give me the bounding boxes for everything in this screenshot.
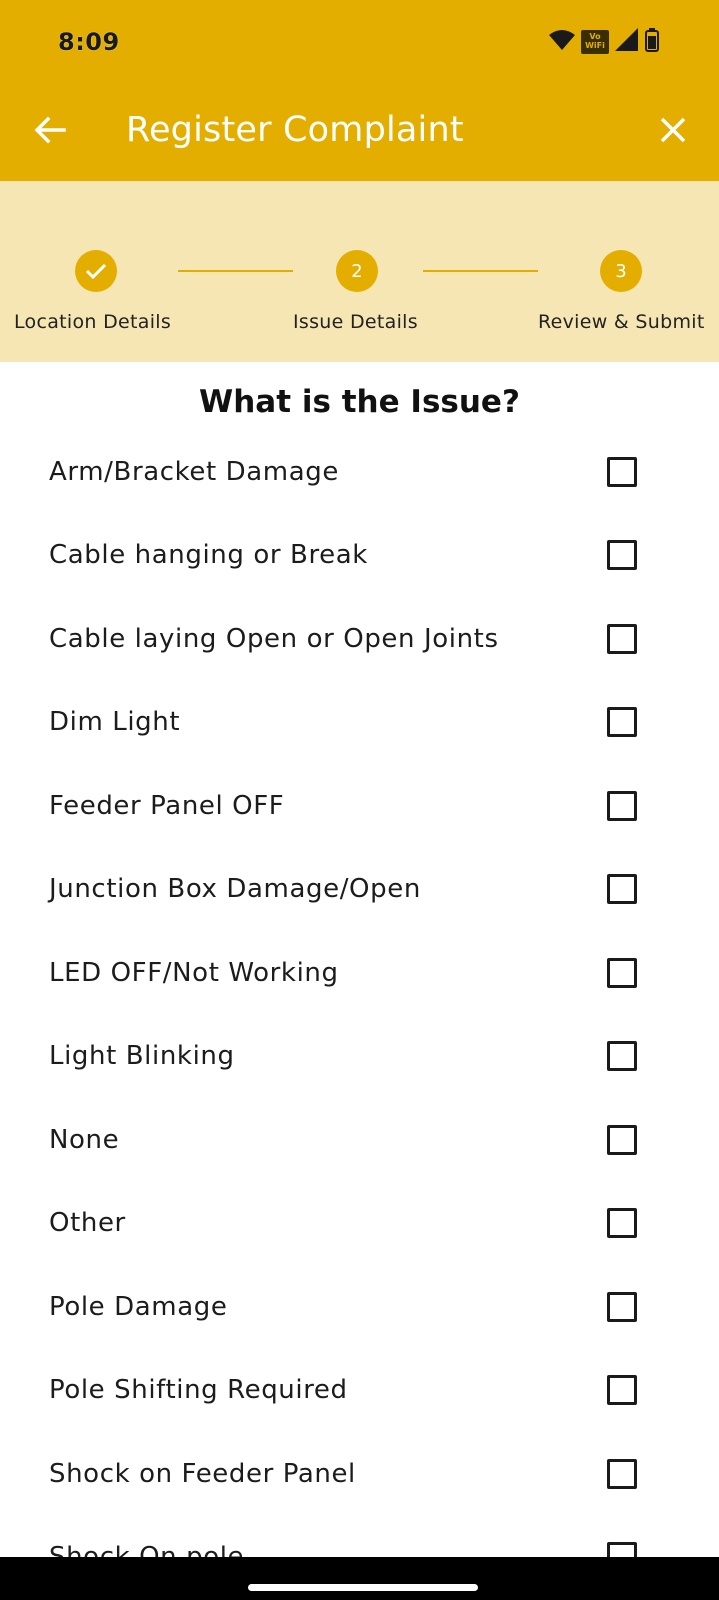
issue-label: Pole Shifting Required xyxy=(49,1375,348,1406)
close-button[interactable] xyxy=(651,108,695,152)
page-title: Register Complaint xyxy=(126,110,464,150)
issue-label: Cable laying Open or Open Joints xyxy=(49,623,499,654)
list-item[interactable]: Cable laying Open or Open Joints xyxy=(0,597,719,681)
status-time: 8:09 xyxy=(58,28,120,56)
back-button[interactable] xyxy=(28,108,72,152)
wifi-icon xyxy=(549,29,575,56)
issue-label: Pole Damage xyxy=(49,1291,228,1322)
register-complaint-screen: 8:09 Vo WiFi Register Complaint 2 3 Loca… xyxy=(0,0,719,1600)
system-nav-bar xyxy=(0,1557,719,1600)
step-2-circle: 2 xyxy=(336,250,378,292)
list-item[interactable]: Light Blinking xyxy=(0,1015,719,1099)
list-item[interactable]: Other xyxy=(0,1182,719,1266)
status-bar: 8:09 Vo WiFi xyxy=(0,0,719,82)
issue-checkbox[interactable] xyxy=(607,540,637,571)
check-icon xyxy=(85,263,107,280)
issue-checkbox[interactable] xyxy=(607,957,637,988)
list-item[interactable]: Pole Damage xyxy=(0,1265,719,1349)
issue-label: Shock on Feeder Panel xyxy=(49,1458,356,1489)
vowifi-icon: Vo WiFi xyxy=(581,30,609,54)
issue-checkbox[interactable] xyxy=(607,1458,637,1489)
list-item[interactable]: Feeder Panel OFF xyxy=(0,764,719,848)
issue-label: Dim Light xyxy=(49,707,181,738)
arrow-left-icon xyxy=(34,116,66,144)
step-connector-1 xyxy=(178,270,293,272)
step-1-label: Location Details xyxy=(14,311,172,333)
issue-label: Feeder Panel OFF xyxy=(49,790,285,821)
step-connector-2 xyxy=(423,270,538,272)
list-item[interactable]: LED OFF/Not Working xyxy=(0,931,719,1015)
step-2-label: Issue Details xyxy=(293,311,418,333)
issue-label: None xyxy=(49,1124,120,1155)
list-item[interactable]: Shock on Feeder Panel xyxy=(0,1432,719,1516)
app-bar: Register Complaint xyxy=(0,82,719,181)
list-item[interactable]: Junction Box Damage/Open xyxy=(0,848,719,932)
list-item[interactable]: None xyxy=(0,1098,719,1182)
home-gesture-handle[interactable] xyxy=(248,1584,478,1591)
issue-label: Other xyxy=(49,1208,126,1239)
list-item[interactable]: Dim Light xyxy=(0,681,719,765)
list-item[interactable]: Arm/Bracket Damage xyxy=(0,430,719,514)
issue-checkbox[interactable] xyxy=(607,874,637,905)
step-3-circle: 3 xyxy=(600,250,642,292)
signal-icon xyxy=(615,27,639,57)
issue-checkbox[interactable] xyxy=(607,1041,637,1072)
issue-checklist: Arm/Bracket Damage Cable hanging or Brea… xyxy=(0,430,719,1599)
issue-label: Cable hanging or Break xyxy=(49,540,368,571)
status-icons: Vo WiFi xyxy=(549,27,659,57)
issue-checkbox[interactable] xyxy=(607,1291,637,1322)
battery-icon xyxy=(645,27,659,57)
list-item[interactable]: Cable hanging or Break xyxy=(0,514,719,598)
issue-label: Arm/Bracket Damage xyxy=(49,456,339,487)
issue-checkbox[interactable] xyxy=(607,1208,637,1239)
step-3-label: Review & Submit xyxy=(538,311,705,333)
issue-label: Light Blinking xyxy=(49,1041,235,1072)
progress-stepper: 2 3 Location Details Issue Details Revie… xyxy=(0,181,719,362)
issue-checkbox[interactable] xyxy=(607,623,637,654)
issue-checkbox[interactable] xyxy=(607,456,637,487)
step-1-circle xyxy=(75,250,117,292)
issue-label: LED OFF/Not Working xyxy=(49,957,339,988)
question-heading: What is the Issue? xyxy=(199,384,520,420)
issue-checkbox[interactable] xyxy=(607,707,637,738)
issue-checkbox[interactable] xyxy=(607,1124,637,1155)
list-item[interactable]: Pole Shifting Required xyxy=(0,1349,719,1433)
issue-checkbox[interactable] xyxy=(607,1375,637,1406)
issue-label: Junction Box Damage/Open xyxy=(49,874,421,905)
issue-checkbox[interactable] xyxy=(607,790,637,821)
close-icon xyxy=(660,117,686,143)
